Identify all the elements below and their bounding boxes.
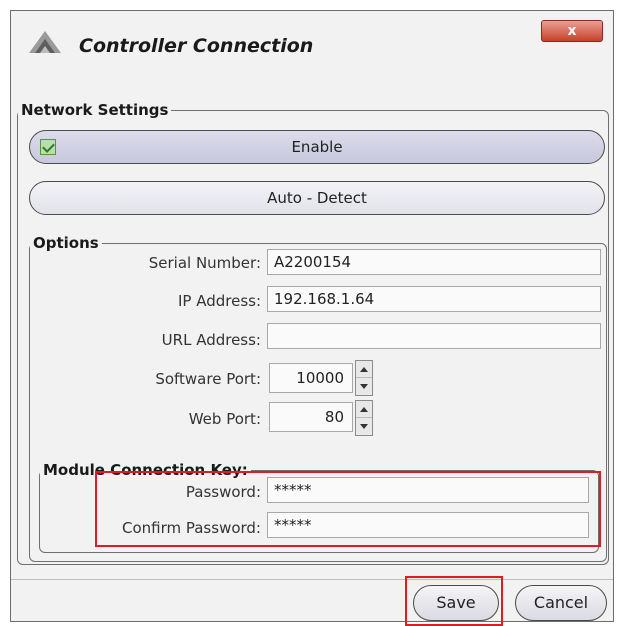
close-button[interactable]: x bbox=[541, 20, 603, 42]
ip-address-label: IP Address: bbox=[177, 292, 261, 310]
auto-detect-label: Auto - Detect bbox=[267, 189, 367, 207]
serial-number-field[interactable]: A2200154 bbox=[267, 249, 601, 275]
checkbox-checked-icon bbox=[40, 139, 56, 155]
software-port-stepper[interactable] bbox=[355, 360, 373, 396]
cancel-button[interactable]: Cancel bbox=[515, 585, 607, 621]
options-legend: Options bbox=[33, 234, 99, 252]
url-address-field[interactable] bbox=[267, 323, 601, 349]
stepper-up-icon[interactable] bbox=[356, 361, 372, 378]
software-port-field[interactable]: 10000 bbox=[269, 363, 353, 393]
window-title: Controller Connection bbox=[79, 35, 314, 57]
ip-address-field[interactable]: 192.168.1.64 bbox=[267, 286, 601, 312]
controller-connection-dialog: Controller Connection x Network Settings… bbox=[10, 10, 614, 626]
enable-label: Enable bbox=[291, 138, 343, 156]
web-port-field[interactable]: 80 bbox=[269, 402, 353, 432]
software-port-label: Software Port: bbox=[155, 370, 261, 388]
serial-number-label: Serial Number: bbox=[148, 254, 261, 272]
title-bar: Controller Connection x bbox=[11, 11, 613, 71]
web-port-stepper[interactable] bbox=[355, 400, 373, 436]
password-highlight-box bbox=[95, 471, 601, 547]
stepper-down-icon[interactable] bbox=[356, 418, 372, 435]
triangle-logo-icon bbox=[29, 31, 61, 53]
network-settings-legend: Network Settings bbox=[21, 101, 169, 119]
web-port-label: Web Port: bbox=[188, 410, 261, 428]
save-highlight-box bbox=[405, 576, 503, 626]
stepper-down-icon[interactable] bbox=[356, 378, 372, 395]
stepper-up-icon[interactable] bbox=[356, 401, 372, 418]
enable-toggle-button[interactable]: Enable bbox=[29, 130, 605, 164]
footer-divider bbox=[11, 579, 613, 580]
auto-detect-button[interactable]: Auto - Detect bbox=[29, 181, 605, 215]
url-address-label: URL Address: bbox=[161, 331, 261, 349]
